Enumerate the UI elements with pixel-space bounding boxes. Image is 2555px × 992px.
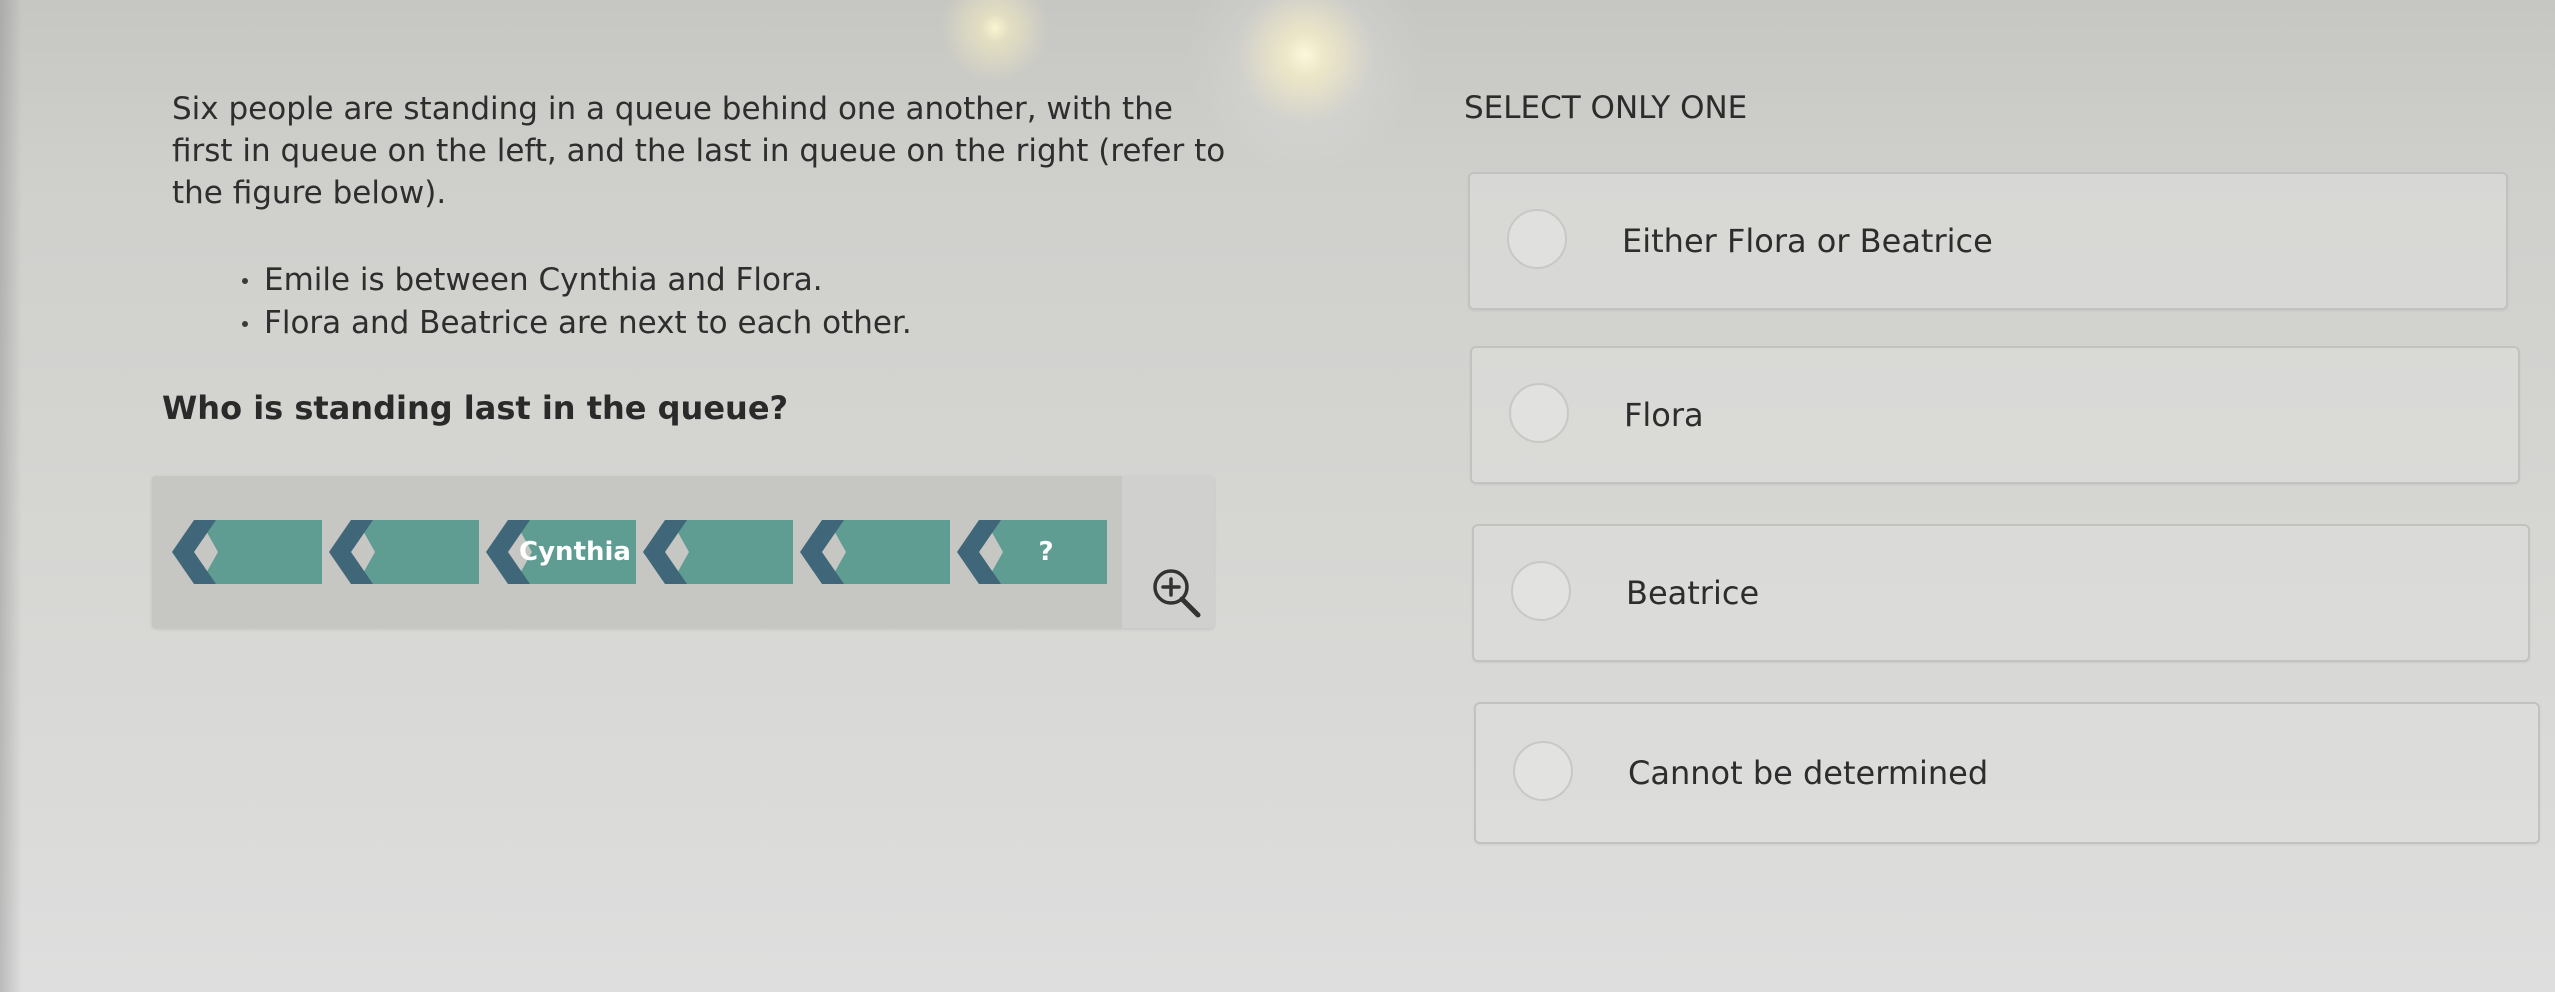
queue-position-label bbox=[671, 520, 793, 584]
queue-position-label bbox=[200, 520, 322, 584]
queue-position-label: Cynthia bbox=[519, 537, 631, 567]
answer-option-beatrice[interactable]: Beatrice bbox=[1472, 524, 2530, 662]
queue-position-label: ? bbox=[1038, 537, 1054, 567]
select-instruction: SELECT ONLY ONE bbox=[1464, 90, 1748, 126]
queue-position-label bbox=[357, 520, 479, 584]
radio-button[interactable] bbox=[1507, 209, 1567, 269]
answer-option-label: Either Flora or Beatrice bbox=[1622, 222, 1993, 260]
answer-option-label: Beatrice bbox=[1626, 574, 1760, 612]
answer-option-either-flora-or-beatrice[interactable]: Either Flora or Beatrice bbox=[1468, 172, 2508, 310]
clue-item: Emile is between Cynthia and Flora. bbox=[240, 259, 912, 302]
radio-button[interactable] bbox=[1509, 383, 1569, 443]
queue-position-5 bbox=[800, 520, 950, 584]
question-intro: Six people are standing in a queue behin… bbox=[172, 91, 1226, 211]
queue-position-6: ? bbox=[957, 520, 1107, 584]
screen-edge-shadow bbox=[0, 0, 22, 992]
queue-position-label bbox=[828, 520, 950, 584]
queue-figure: Cynthia ? bbox=[152, 476, 1214, 628]
answer-option-cannot-be-determined[interactable]: Cannot be determined bbox=[1474, 702, 2540, 844]
radio-button[interactable] bbox=[1513, 741, 1573, 801]
queue-position-2 bbox=[329, 520, 479, 584]
clue-item: Flora and Beatrice are next to each othe… bbox=[240, 302, 912, 345]
answer-option-label: Cannot be determined bbox=[1628, 754, 1989, 792]
question-prompt: Who is standing last in the queue? bbox=[162, 389, 789, 427]
answer-option-label: Flora bbox=[1624, 396, 1704, 434]
answer-option-flora[interactable]: Flora bbox=[1470, 346, 2520, 484]
zoom-in-icon[interactable] bbox=[1150, 566, 1206, 622]
queue-position-4 bbox=[643, 520, 793, 584]
queue-position-3: Cynthia bbox=[486, 520, 636, 584]
radio-button[interactable] bbox=[1511, 561, 1571, 621]
queue-position-1 bbox=[172, 520, 322, 584]
clue-list: Emile is between Cynthia and Flora. Flor… bbox=[240, 259, 912, 345]
queue-strip: Cynthia ? bbox=[152, 476, 1122, 628]
